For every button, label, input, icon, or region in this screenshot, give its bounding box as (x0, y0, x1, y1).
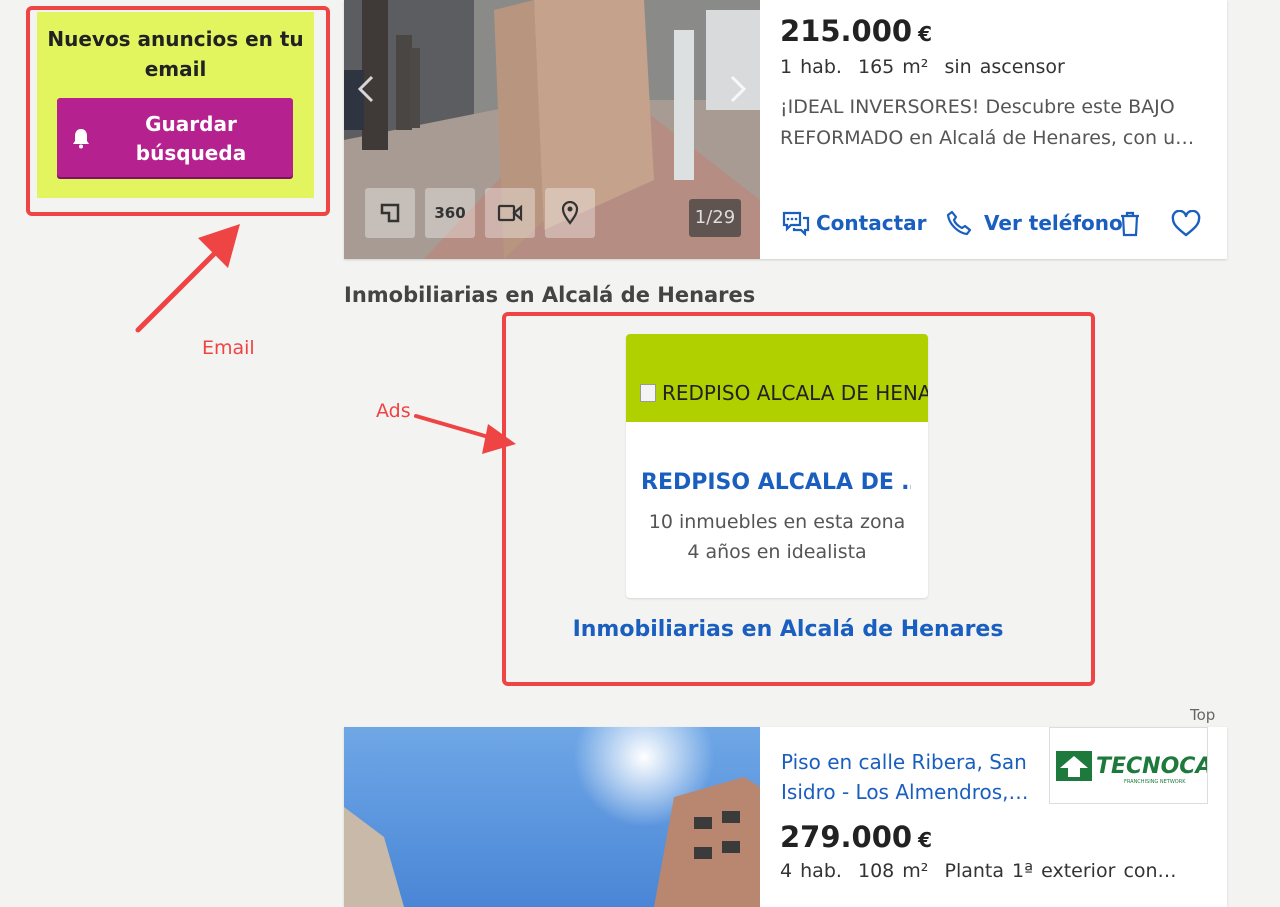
listing-2-currency: € (918, 828, 933, 852)
tecnocasa-logo-subtext: FRANCHISING NETWORK (1124, 779, 1186, 785)
agency-logo-broken-image: REDPISO ALCALA DE HENARES (640, 378, 928, 408)
tour-360-label: 360 (434, 204, 466, 222)
phone-icon (946, 210, 972, 236)
agencies-section-title: Inmobiliarias en Alcalá de Henares (344, 283, 756, 307)
contact-button[interactable]: Contactar (782, 210, 927, 236)
show-phone-label: Ver teléfono (984, 211, 1123, 235)
listing-1-currency: € (918, 22, 933, 46)
chat-icon (782, 211, 810, 236)
email-annotation-label: Email (202, 337, 255, 359)
listing-card-2[interactable]: Piso en calle Ribera, San Isidro - Los A… (344, 727, 1245, 907)
contact-label: Contactar (816, 211, 927, 235)
map-pin-icon (561, 201, 579, 225)
top-badge: Top (1190, 706, 1216, 724)
photo-prev-icon[interactable] (354, 74, 378, 104)
plan-icon (380, 203, 400, 223)
photo-next-icon[interactable] (726, 74, 750, 104)
listing-2-title[interactable]: Piso en calle Ribera, San Isidro - Los A… (781, 747, 1041, 807)
listing-2-price-row: 279.000 € (780, 820, 932, 854)
tecnocasa-logo: TECNOCASA FRANCHISING NETWORK (1056, 751, 1245, 785)
agencies-link[interactable]: Inmobiliarias en Alcalá de Henares (504, 617, 1072, 642)
listing-1-photo[interactable]: 360 1/29 (344, 0, 760, 259)
listing-1-price-row: 215.000 € (780, 14, 932, 48)
listing-2-photo[interactable] (344, 727, 760, 907)
ads-annotation-label: Ads (376, 400, 411, 422)
video-button[interactable] (485, 188, 535, 238)
show-phone-button[interactable]: Ver teléfono (946, 210, 1123, 236)
trash-icon[interactable] (1118, 210, 1142, 238)
listing-1-price: 215.000 (780, 14, 913, 48)
floor-plan-button[interactable] (365, 188, 415, 238)
broken-image-icon (640, 384, 656, 402)
listing-1-details: 1 hab. 165 m² sin ascensor (780, 56, 1065, 78)
ads-annotation-arrow (414, 414, 516, 454)
listing-2-photo-image (344, 727, 760, 907)
photo-counter: 1/29 (689, 199, 741, 237)
map-button[interactable] (545, 188, 595, 238)
agency-logo-tecnocasa[interactable]: TECNOCASA FRANCHISING NETWORK (1049, 727, 1245, 804)
agency-name[interactable]: REDPISO ALCALA DE … (641, 470, 911, 495)
listing-2-details: 4 hab. 108 m² Planta 1ª exterior con… (780, 860, 1177, 882)
email-annotation-box (26, 6, 330, 216)
email-annotation-arrow (135, 224, 240, 333)
agency-card[interactable]: REDPISO ALCALA DE HENARES REDPISO ALCALA… (626, 334, 928, 598)
tecnocasa-logo-text: TECNOCASA (1096, 754, 1207, 779)
favorite-heart-icon[interactable] (1171, 210, 1201, 238)
listing-2-price: 279.000 (780, 820, 913, 854)
tour-360-button[interactable]: 360 (425, 188, 475, 238)
video-icon (497, 204, 523, 222)
agency-properties-count: 10 inmuebles en esta zona (648, 511, 906, 533)
agency-logo-alt: REDPISO ALCALA DE HENARES (662, 381, 928, 405)
listing-1-description[interactable]: ¡IDEAL INVERSORES! Descubre este BAJO RE… (780, 92, 1200, 154)
listing-card-1[interactable]: 360 1/29 215.000 € 1 hab. 165 m² sin asce… (344, 0, 1227, 259)
agency-years: 4 años en idealista (687, 541, 867, 563)
